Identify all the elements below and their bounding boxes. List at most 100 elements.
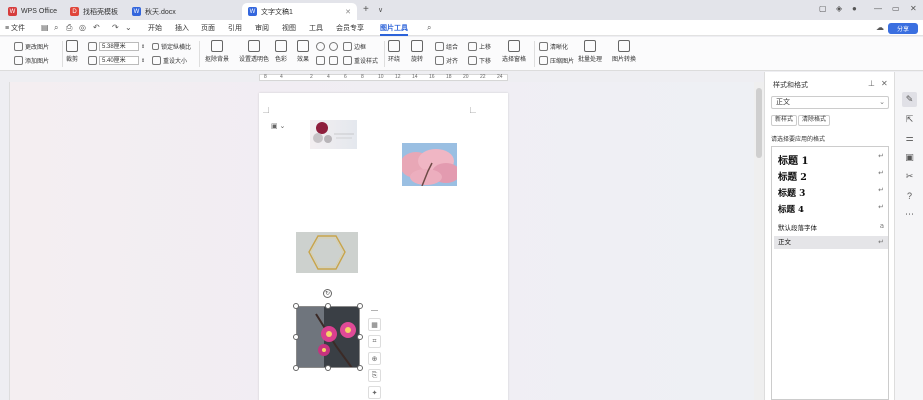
vertical-ruler[interactable] [0,82,10,400]
tab-page[interactable]: 页面 [201,23,215,33]
tab-picture-tools[interactable]: 图片工具 [380,23,408,36]
resize-handle[interactable] [357,334,363,340]
vertical-scrollbar[interactable] [754,82,764,400]
new-doc-icon[interactable]: ▤ [41,23,49,32]
resize-handle[interactable] [293,303,299,309]
stepper-icon[interactable]: ⇕ [141,44,145,50]
resize-handle[interactable] [325,365,331,371]
resize-handle[interactable] [293,334,299,340]
cloud-icon[interactable]: ☁ [876,23,884,32]
sharpen-button[interactable]: 清晰化 [539,42,568,51]
shadow-style-group[interactable] [316,56,338,65]
tab-docer-templates[interactable]: D 找稻壳模板 [64,3,124,20]
search-icon[interactable]: ⌕ [427,23,431,33]
group-button[interactable]: 组合 [435,42,458,51]
document-page[interactable]: ▣ ⌄ ↻ [259,93,508,400]
height-field[interactable]: 5.40厘米 ⇕ [88,56,145,65]
help-icon[interactable]: ? [904,190,915,201]
crop-icon[interactable]: ⌗ [368,335,381,348]
resize-handle[interactable] [325,303,331,309]
image-gold-hexagon[interactable] [296,232,358,273]
tab-document1[interactable]: W 文字文稿1 ✕ [242,3,357,20]
image-blossom-banner[interactable] [310,120,357,149]
set-transparent-button[interactable]: 设置透明色 [239,40,269,63]
properties-icon[interactable]: ⚌ [904,133,915,144]
scrollbar-thumb[interactable] [756,88,762,158]
close-icon[interactable]: ✕ [881,79,888,88]
chevron-down-icon[interactable]: ⌄ [125,23,132,32]
tab-list-icon[interactable]: ∨ [378,6,383,14]
minimize-icon[interactable]: — [874,4,882,13]
change-image-button[interactable]: 更改图片 [14,42,49,51]
style-default-paragraph-font[interactable]: 默认段落字体 a [778,222,884,233]
open-icon[interactable]: ⌕ [54,23,58,33]
ai-tools-icon[interactable]: ✦ [368,386,381,399]
skin-icon[interactable]: ◈ [836,4,842,13]
tab-member[interactable]: 会员专享 [336,23,364,33]
undo-icon[interactable]: ↶ [93,23,100,32]
height-input[interactable]: 5.40厘米 [99,56,139,65]
avatar[interactable]: ● [852,4,857,13]
send-backward-button[interactable]: 下移 [468,56,491,65]
horizontal-ruler[interactable]: 8 4 2 4 6 8 10 12 14 16 18 20 22 24 [0,72,764,82]
reset-style-button[interactable]: 重设样式 [343,56,378,65]
border-button[interactable]: 边框 [343,42,366,51]
bring-forward-button[interactable]: 上移 [468,42,491,51]
current-style-select[interactable]: 正文 ⌄ [771,96,889,109]
file-menu[interactable]: ≡ 文件 [5,23,25,33]
shape-style-group[interactable] [316,42,338,51]
clear-format-button[interactable]: 清除格式 [798,115,831,126]
width-input[interactable]: 5.38厘米 [99,42,139,51]
align-button[interactable]: 对齐 [435,56,458,65]
style-heading-4[interactable]: 标题 4 ↵ [778,203,884,217]
batch-process-button[interactable]: 批量处理 [578,40,602,63]
style-heading-3[interactable]: 标题 3 ↵ [778,186,884,200]
tab-tools[interactable]: 工具 [309,23,323,33]
maximize-icon[interactable]: ▭ [892,4,900,13]
width-field[interactable]: 5.38厘米 ⇕ [88,42,145,51]
image-tools-icon[interactable]: ▣ [904,152,915,163]
resize-handle[interactable] [357,303,363,309]
new-style-button[interactable]: 新样式 [771,115,798,126]
share-button[interactable]: 分享 [888,23,918,34]
more-icon[interactable]: ⋯ [904,209,915,220]
tab-references[interactable]: 引用 [228,23,242,33]
style-normal[interactable]: 正文 ↵ [774,236,888,249]
image-cherry-blossom[interactable] [402,143,457,186]
collapse-icon[interactable]: — [368,304,381,317]
wrap-button[interactable]: 环绕 [388,40,400,63]
paste-options-icon[interactable]: ▣ ⌄ [271,122,285,130]
lock-ratio-checkbox[interactable]: 锁定纵横比 [152,42,191,51]
close-window-icon[interactable]: ✕ [910,4,917,13]
color-button[interactable]: 色彩 [275,40,287,63]
tab-wps-office[interactable]: W WPS Office [2,3,63,20]
add-image-button[interactable]: 添加图片 [14,56,49,65]
pin-icon[interactable]: ⊥ [868,79,875,88]
print-icon[interactable]: ⎙ [66,23,72,33]
remove-background-button[interactable]: 抠除背景 [205,40,229,63]
copy-icon[interactable]: ⎘ [368,369,381,382]
tab-review[interactable]: 审阅 [255,23,269,33]
effects-button[interactable]: 效果 [297,40,309,63]
crop-button[interactable]: 裁剪 [66,40,78,63]
select-icon[interactable]: ⇱ [904,114,915,125]
zoom-icon[interactable]: ⊕ [368,352,381,365]
new-tab-button[interactable]: + [363,4,369,15]
tab-insert[interactable]: 插入 [175,23,189,33]
resize-handle[interactable] [357,365,363,371]
rotate-button[interactable]: 旋转 [411,40,423,63]
rotate-handle-icon[interactable]: ↻ [323,289,332,298]
style-heading-2[interactable]: 标题 2 ↵ [778,169,884,183]
tab-autumn-docx[interactable]: W 秋天.docx [126,3,182,20]
resize-handle[interactable] [293,365,299,371]
image-convert-button[interactable]: 图片转换 [612,40,636,63]
tools-icon[interactable]: ✂ [904,171,915,182]
compress-button[interactable]: 压缩图片 [539,56,574,65]
tab-home[interactable]: 开始 [148,23,162,33]
style-heading-1[interactable]: 标题 1 ↵ [778,152,884,167]
preview-icon[interactable]: ◎ [79,23,86,32]
redo-icon[interactable]: ↷ [112,23,119,32]
layout-options-icon[interactable]: ▦ [368,318,381,331]
stepper-icon[interactable]: ⇕ [141,58,145,64]
document-canvas[interactable]: ▣ ⌄ ↻ — ▦ ⌗ ⊕ ⎘ ✦ [10,82,764,400]
